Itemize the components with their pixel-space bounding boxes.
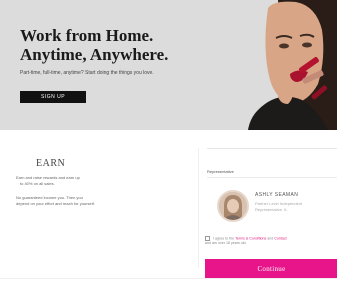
representative-label: Representative bbox=[207, 169, 234, 174]
rep-detail-1: Partner Level Independent bbox=[255, 201, 303, 206]
hero-model-image bbox=[238, 0, 337, 130]
terms-checkbox[interactable] bbox=[205, 236, 210, 241]
agree-text-mid: and bbox=[267, 236, 274, 241]
earn-paragraph-1-line1: Earn and raise rewards and earn up bbox=[16, 175, 80, 180]
rep-detail-2: Representative, IL bbox=[255, 207, 288, 212]
rep-name: ASHLY SEAMAN bbox=[255, 192, 299, 198]
hero-subtitle: Part-time, full-time, anytime? Start doi… bbox=[20, 70, 154, 76]
continue-button[interactable]: Continue bbox=[205, 259, 337, 278]
representative-panel: Representative ASHLY SEAMAN Partner Leve… bbox=[198, 148, 337, 278]
terms-agreement: I agree to the Terms & Conditions and Co… bbox=[205, 236, 337, 248]
agree-text-pre: I agree to the bbox=[213, 236, 235, 241]
hero-banner: Work from Home. Anytime, Anywhere. Part-… bbox=[0, 0, 337, 130]
hero-title-line1: Work from Home. bbox=[20, 26, 154, 45]
avatar-photo bbox=[219, 192, 247, 220]
panel-divider bbox=[207, 177, 337, 178]
earn-paragraph-2-line1: No guaranteed income you. Then you bbox=[16, 195, 83, 200]
terms-link[interactable]: Terms & Conditions bbox=[235, 236, 266, 240]
panel-divider-top bbox=[207, 148, 337, 149]
sign-up-button[interactable]: SIGN UP bbox=[20, 91, 86, 103]
hero-title: Work from Home. Anytime, Anywhere. bbox=[20, 26, 168, 64]
avatar bbox=[217, 190, 249, 222]
earn-paragraph-1: Earn and raise rewards and earn up to 40… bbox=[16, 175, 186, 187]
page-divider bbox=[0, 278, 337, 279]
contact-link[interactable]: Contact bbox=[274, 236, 286, 240]
agree-text-line2: and am over 18 years old. bbox=[205, 241, 247, 246]
earn-paragraph-2-line2: depend on your effort and reach for your… bbox=[16, 201, 95, 206]
earn-paragraph-2: No guaranteed income you. Then you depen… bbox=[16, 195, 186, 207]
earn-paragraph-1-line2: to 40% on all sales. bbox=[20, 181, 55, 186]
earn-heading: EARN bbox=[36, 158, 66, 169]
hero-title-line2: Anytime, Anywhere. bbox=[20, 45, 169, 64]
